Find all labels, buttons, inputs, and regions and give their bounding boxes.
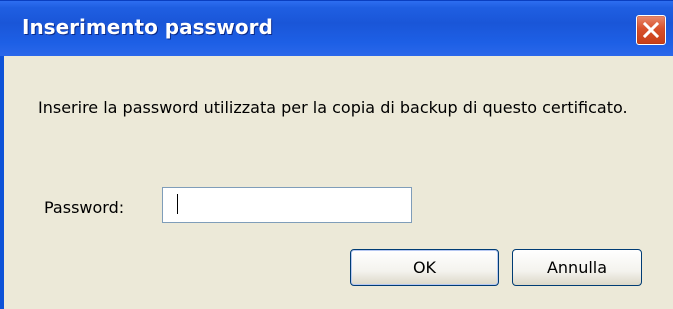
dialog-message: Inserire la password utilizzata per la c… — [38, 98, 628, 117]
text-caret — [177, 194, 178, 214]
cancel-button[interactable]: Annulla — [512, 249, 642, 286]
title-bar[interactable]: Inserimento password — [0, 0, 673, 56]
close-button[interactable] — [636, 15, 666, 45]
ok-button[interactable]: OK — [350, 249, 499, 286]
close-icon — [643, 22, 659, 38]
password-label: Password: — [44, 198, 125, 217]
password-dialog: Inserimento password Inserire la passwor… — [0, 0, 673, 309]
dialog-title: Inserimento password — [22, 15, 273, 39]
password-input[interactable] — [162, 187, 412, 223]
